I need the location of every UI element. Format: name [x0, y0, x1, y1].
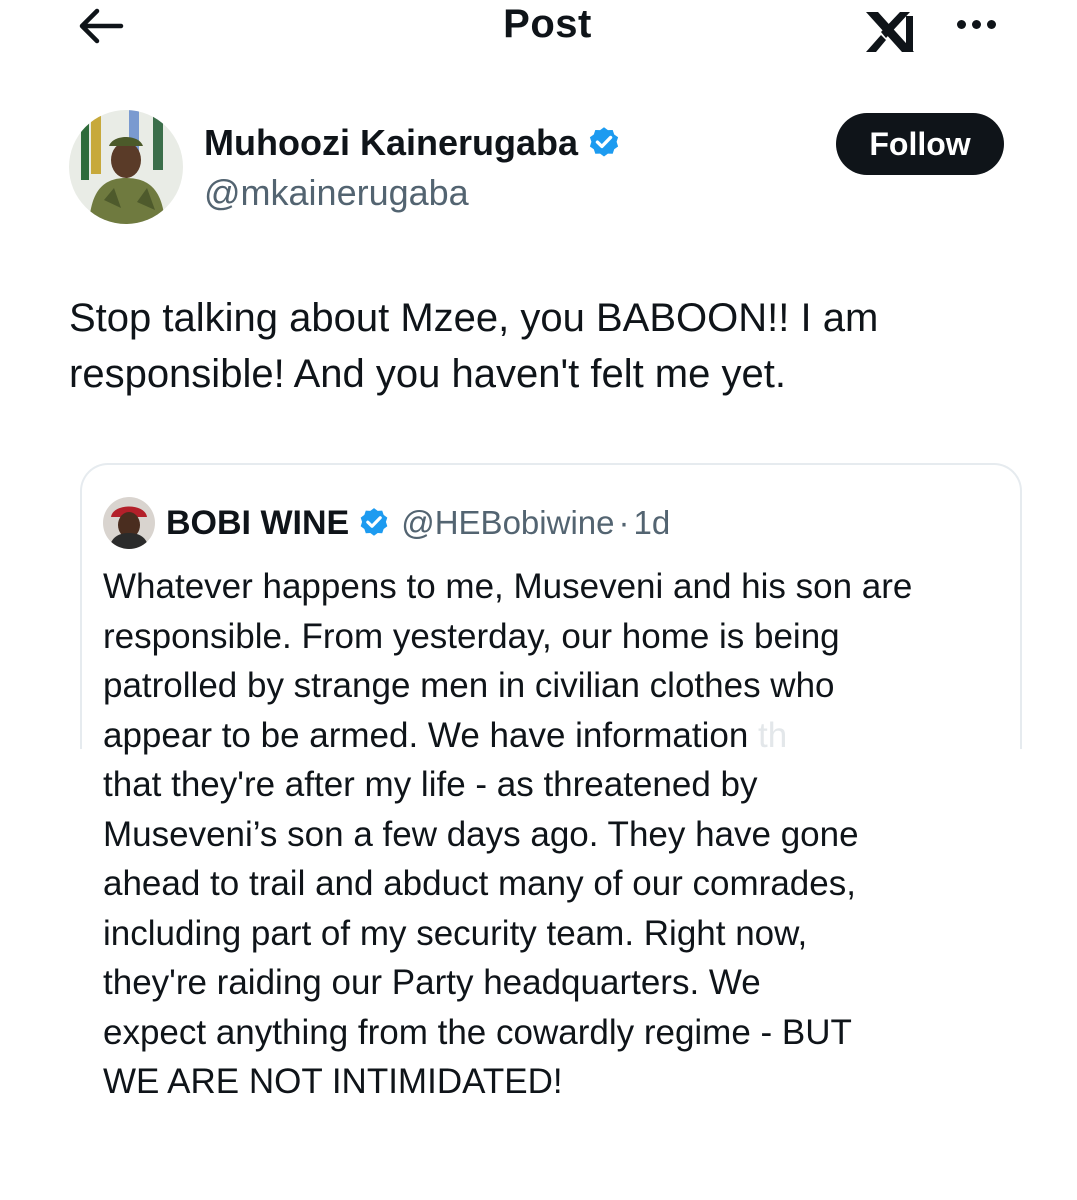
separator-dot: ·: [618, 504, 630, 541]
quoted-line: WE ARE NOT INTIMIDATED!: [103, 1062, 563, 1101]
quoted-line: patrolled by strange men in civilian clo…: [103, 666, 835, 705]
verified-badge-icon: [360, 508, 388, 536]
follow-button[interactable]: Follow: [836, 113, 1004, 175]
quoted-line: that they're after my life - as threaten…: [103, 765, 758, 804]
more-dot: [971, 19, 981, 29]
quoted-author-handle[interactable]: @HEBobiwine: [401, 504, 614, 542]
more-dots-icon: [956, 19, 966, 29]
post-text: Stop talking about Mzee, you BABOON!! I …: [69, 296, 879, 396]
quoted-line: appear to be armed. We have information …: [103, 711, 1003, 761]
quoted-line: expect anything from the cowardly regime…: [103, 1012, 852, 1052]
quoted-line: responsible. From yesterday, our home is…: [103, 616, 840, 656]
quoted-line: Whatever happens to me, Museveni and his…: [103, 567, 913, 606]
quoted-line: Museveni’s son a few days ago. They have…: [103, 814, 859, 854]
author-name[interactable]: Muhoozi Kainerugaba: [204, 122, 622, 164]
faded-text: th: [758, 715, 788, 755]
quoted-author-name[interactable]: BOBI WINE: [166, 504, 349, 543]
more-options-button[interactable]: [944, 8, 1008, 40]
more-dot: [986, 19, 996, 29]
quoted-post-text: Whatever happens to me, Museveni and his…: [103, 562, 1003, 1107]
quoted-post-header: BOBI WINE @HEBobiwine · 1d: [166, 499, 670, 547]
quoted-author-avatar[interactable]: [103, 497, 155, 549]
author-handle[interactable]: @mkainerugaba: [204, 172, 469, 214]
verified-badge-icon: [589, 127, 619, 157]
quoted-post-timestamp[interactable]: 1d: [633, 504, 670, 542]
author-name-text: Muhoozi Kainerugaba: [204, 122, 579, 163]
quoted-line: including part of my security team. Righ…: [103, 913, 808, 953]
author-avatar[interactable]: [69, 110, 183, 224]
quoted-line: ahead to trail and abduct many of our co…: [103, 864, 856, 903]
x-logo-icon[interactable]: [862, 8, 922, 56]
quoted-line: they're raiding our Party headquarters. …: [103, 963, 761, 1002]
top-bar: Post: [0, 0, 1077, 60]
quoted-line-text: appear to be armed. We have information: [103, 715, 749, 755]
